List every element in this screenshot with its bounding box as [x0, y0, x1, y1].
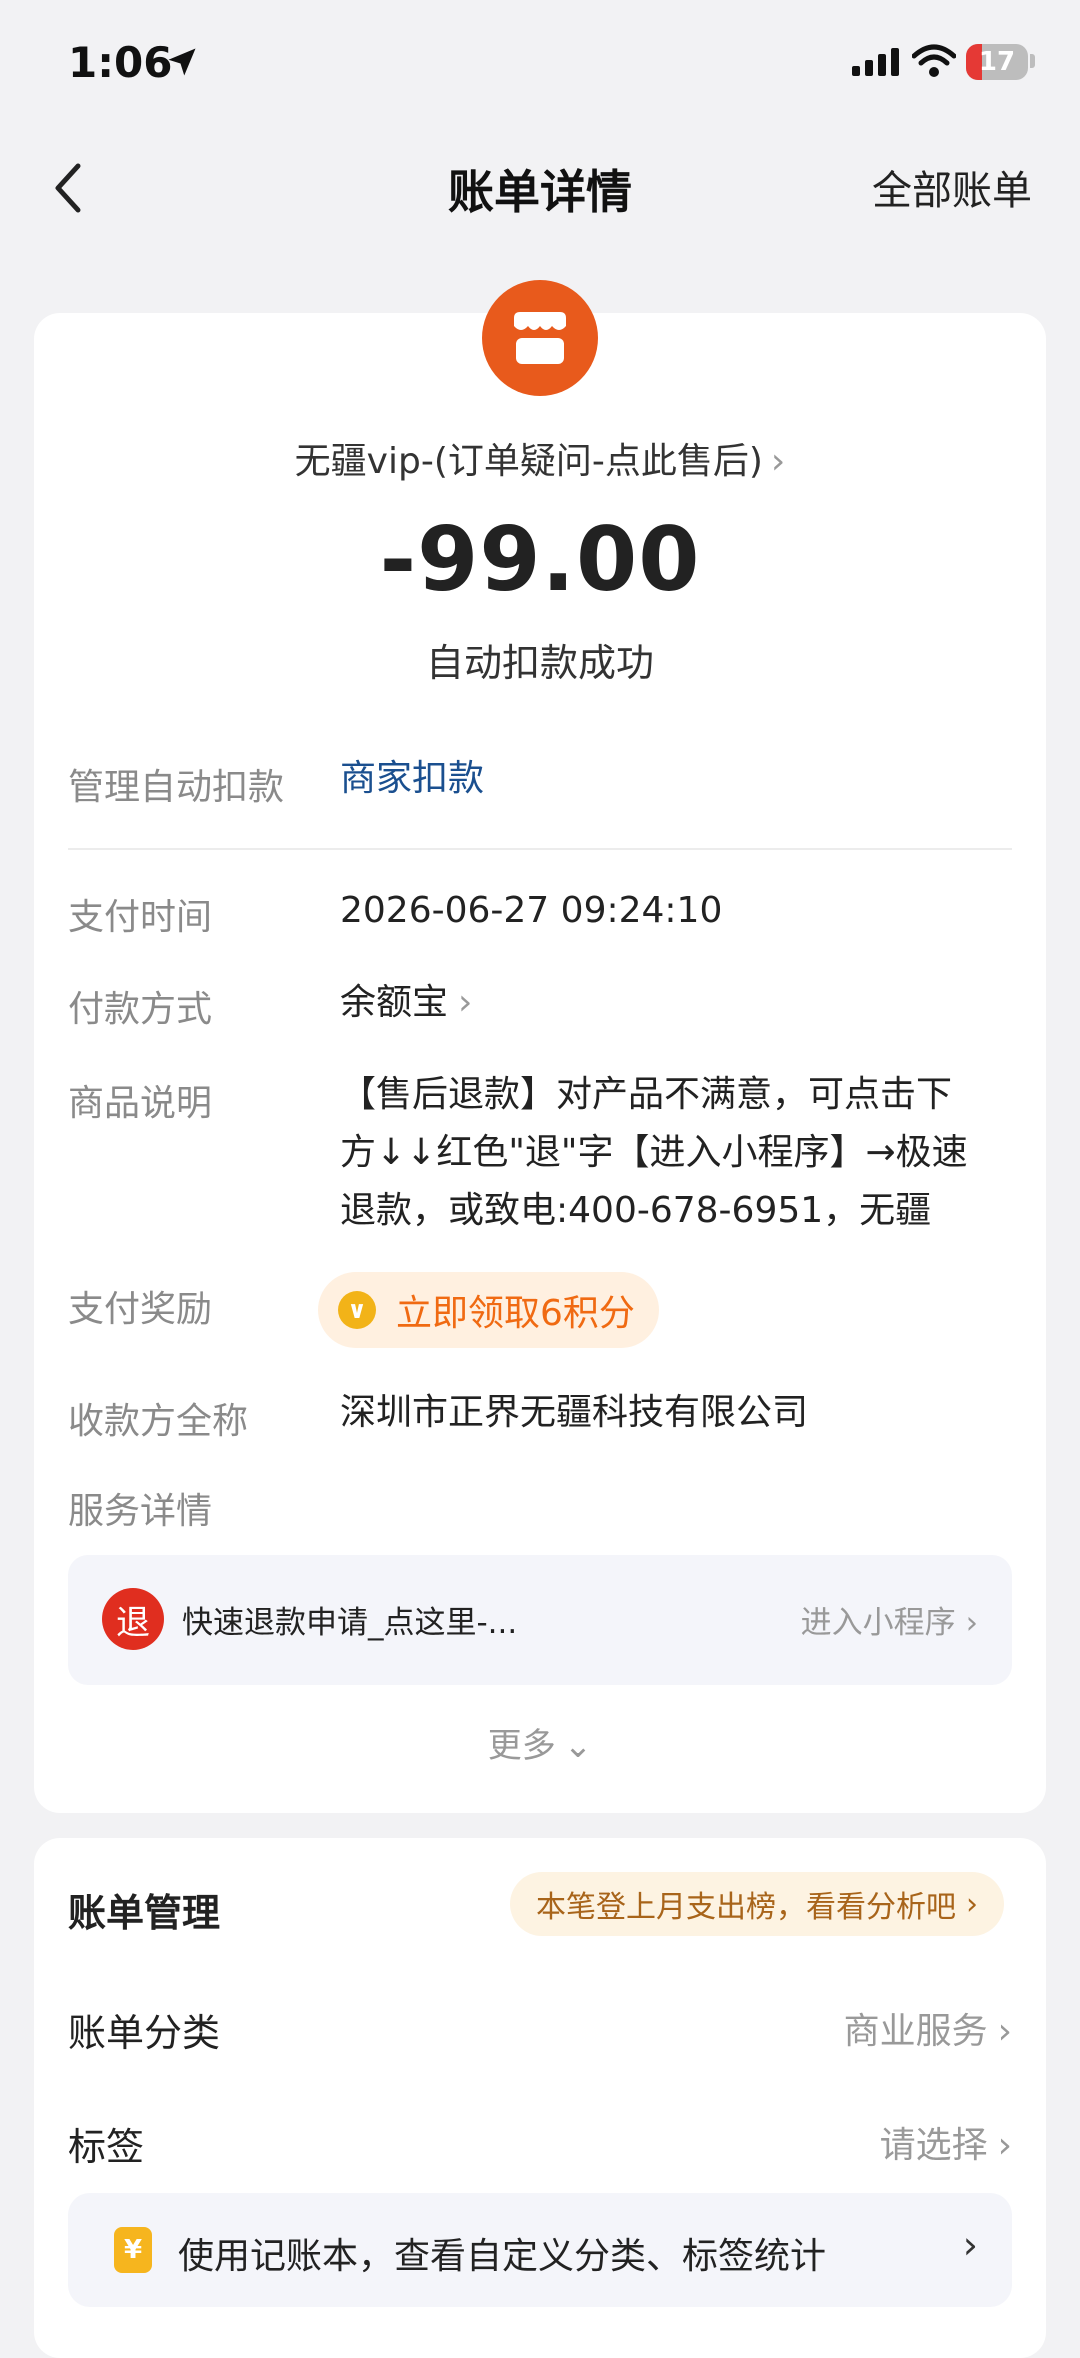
chevron-right-icon: › — [962, 2223, 978, 2267]
chevron-right-icon: › — [770, 441, 786, 482]
spending-analysis-badge[interactable]: 本笔登上月支出榜，看看分析吧 › — [510, 1872, 1004, 1936]
store-icon — [482, 280, 598, 396]
payment-status: 自动扣款成功 — [425, 641, 654, 685]
bill-category-value[interactable]: 商业服务 › — [844, 2002, 1012, 2054]
pay-method-label: 付款方式 — [68, 989, 213, 1030]
pay-time-value: 2026-06-27 09:24:10 — [340, 890, 723, 931]
bill-management-title: 账单管理 — [68, 1891, 221, 1935]
pay-time-label: 支付时间 — [68, 897, 213, 938]
status-time: 1:06 — [68, 38, 173, 87]
payee-label: 收款方全称 — [68, 1401, 249, 1442]
divider — [68, 848, 1012, 850]
points-coin-icon: ∨ — [338, 1291, 376, 1329]
pay-reward-label: 支付奖励 — [68, 1289, 213, 1330]
chevron-right-icon: › — [458, 982, 473, 1023]
ledger-promo-text: 使用记账本，查看自定义分类、标签统计 — [178, 2236, 827, 2277]
nav-bar: 账单详情 全部账单 — [0, 130, 1080, 240]
more-button[interactable]: 更多 ⌄ — [0, 1718, 1080, 1767]
cellular-signal-icon — [852, 48, 899, 76]
chevron-right-icon: › — [997, 2125, 1012, 2166]
auto-deduct-link[interactable]: 商家扣款 — [340, 750, 484, 808]
tag-label: 标签 — [68, 2125, 145, 2169]
bill-category-label: 账单分类 — [68, 2011, 221, 2055]
bill-amount: -99.00 — [379, 508, 701, 611]
product-desc-value: 【售后退款】对产品不满意，可点击下 方↓↓红色"退"字【进入小程序】→极速 退款… — [340, 1074, 968, 1231]
all-bills-link[interactable]: 全部账单 — [872, 158, 1032, 216]
service-detail-label: 服务详情 — [68, 1491, 213, 1532]
claim-points-button[interactable]: ∨ 立即领取6积分 — [318, 1272, 659, 1348]
chevron-right-icon: › — [965, 1605, 978, 1641]
tag-select[interactable]: 请选择 › — [880, 2116, 1012, 2168]
enter-mini-program-link[interactable]: 进入小程序 › — [801, 1597, 978, 1642]
battery-indicator: 17 — [966, 44, 1028, 80]
quick-refund-service[interactable]: 退 快速退款申请_点这里-... 进入小程序 › — [68, 1555, 1012, 1685]
wifi-icon — [912, 44, 956, 77]
auto-deduct-label: 管理自动扣款 — [68, 767, 285, 808]
refund-badge-icon: 退 — [102, 1588, 164, 1650]
chevron-down-icon: ⌄ — [563, 1726, 593, 1766]
product-desc-label: 商品说明 — [68, 1083, 213, 1124]
chevron-right-icon: › — [966, 1886, 978, 1922]
status-bar: 1:06 17 — [0, 0, 1080, 130]
ledger-yen-icon: ¥ — [114, 2227, 152, 2273]
merchant-name-link[interactable]: 无疆vip-(订单疑问-点此售后) › — [0, 432, 1080, 484]
ledger-promo-row[interactable]: ¥ 使用记账本，查看自定义分类、标签统计 › — [68, 2193, 1012, 2307]
chevron-right-icon: › — [997, 2011, 1012, 2052]
service-text: 快速退款申请_点这里-... — [182, 1605, 518, 1641]
location-arrow-icon — [168, 48, 196, 76]
payee-value: 深圳市正界无疆科技有限公司 — [340, 1392, 809, 1433]
pay-method-link[interactable]: 余额宝 › — [340, 974, 472, 1032]
